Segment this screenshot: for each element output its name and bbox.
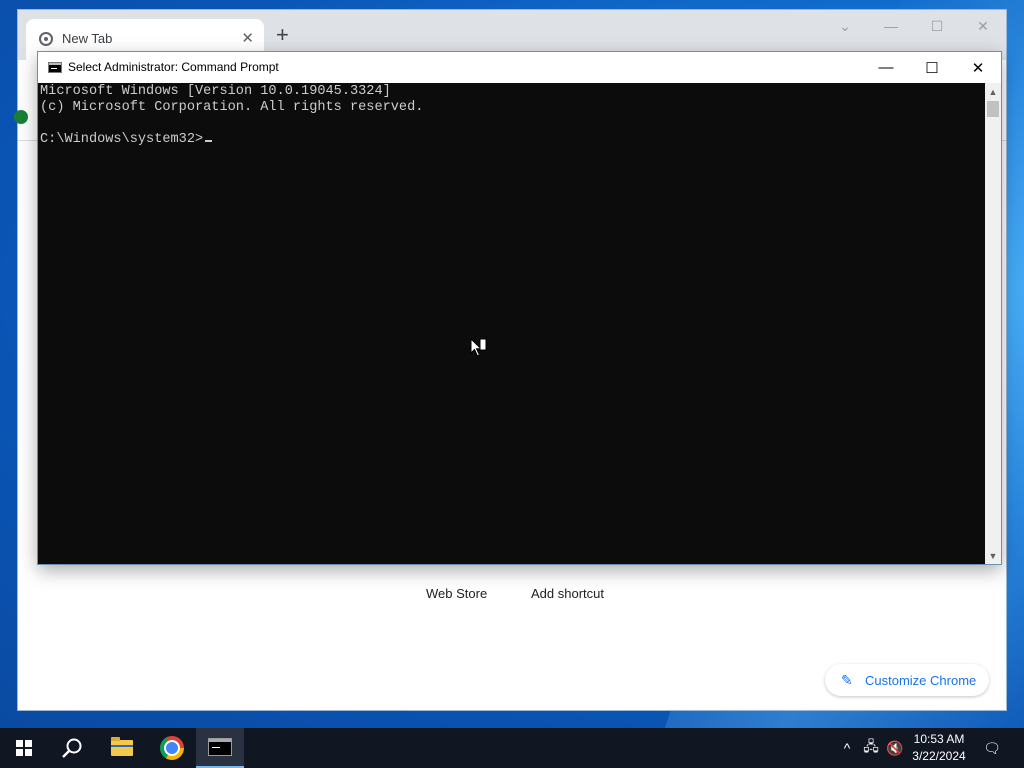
shortcut-add-shortcut[interactable]: Add shortcut xyxy=(531,586,604,601)
console-line-copyright: (c) Microsoft Corporation. All rights re… xyxy=(40,100,424,115)
tab-search-button[interactable]: ⌄ xyxy=(822,10,868,42)
customize-chrome-label: Customize Chrome xyxy=(865,672,977,688)
folder-icon xyxy=(111,737,133,756)
taskbar-file-explorer[interactable] xyxy=(98,728,146,768)
clock-time: 10:53 AM xyxy=(913,732,965,746)
chrome-minimize-button[interactable]: — xyxy=(868,10,914,42)
volume-muted-icon[interactable]: 🔇 xyxy=(884,728,906,768)
console-scrollbar[interactable]: ▲ ▼ xyxy=(985,83,1001,564)
customize-chrome-button[interactable]: ✎ Customize Chrome xyxy=(825,664,989,696)
console-prompt-line: C:\Windows\system32> xyxy=(40,132,213,148)
chrome-logo-icon xyxy=(160,736,184,760)
new-tab-button[interactable]: + xyxy=(276,24,289,46)
command-prompt-window[interactable]: Select Administrator: Command Prompt — ☐… xyxy=(38,52,1001,564)
chrome-window-controls: ⌄ — ☐ ✕ xyxy=(822,10,1006,42)
console-prompt: C:\Windows\system32> xyxy=(40,132,204,147)
cmd-title-bar[interactable]: Select Administrator: Command Prompt — ☐… xyxy=(38,52,1001,83)
shortcut-web-store[interactable]: Web Store xyxy=(426,586,487,601)
pencil-icon: ✎ xyxy=(841,672,853,688)
cmd-minimize-button[interactable]: — xyxy=(863,52,909,83)
notifications-icon[interactable]: 🗨 xyxy=(978,728,1006,768)
taskbar-command-prompt[interactable] xyxy=(196,728,244,768)
cmd-window-title: Select Administrator: Command Prompt xyxy=(68,60,279,74)
taskbar-chrome[interactable] xyxy=(148,728,196,768)
taskbar: ^ 🖧 🔇 10:53 AM 3/22/2024 🗨 xyxy=(0,728,1024,768)
chrome-favicon-icon xyxy=(39,32,53,46)
tab-title: New Tab xyxy=(62,31,113,46)
network-icon[interactable]: 🖧 xyxy=(860,728,882,768)
start-button[interactable] xyxy=(0,728,48,768)
extension-icon[interactable] xyxy=(14,110,28,124)
clock-date: 3/22/2024 xyxy=(912,749,966,763)
cmd-maximize-button[interactable]: ☐ xyxy=(909,52,955,83)
mouse-pointer-icon xyxy=(470,338,487,357)
scroll-down-button[interactable]: ▼ xyxy=(985,547,1001,564)
scroll-up-button[interactable]: ▲ xyxy=(985,83,1001,100)
search-button[interactable] xyxy=(48,728,96,768)
chrome-maximize-button[interactable]: ☐ xyxy=(914,10,960,42)
search-icon xyxy=(62,738,82,758)
text-cursor xyxy=(205,140,213,142)
scroll-thumb[interactable] xyxy=(987,101,999,117)
cmd-close-button[interactable]: ✕ xyxy=(955,52,1001,83)
console-area[interactable]: Microsoft Windows [Version 10.0.19045.33… xyxy=(38,83,985,564)
show-hidden-icons-button[interactable]: ^ xyxy=(837,728,857,768)
tab-close-icon[interactable]: ✕ xyxy=(241,29,254,47)
chrome-close-button[interactable]: ✕ xyxy=(960,10,1006,42)
cmd-window-controls: — ☐ ✕ xyxy=(863,52,1001,83)
console-line-version: Microsoft Windows [Version 10.0.19045.33… xyxy=(40,84,391,99)
system-clock[interactable]: 10:53 AM 3/22/2024 xyxy=(906,731,972,765)
cmd-app-icon[interactable] xyxy=(48,62,62,73)
terminal-icon xyxy=(208,738,232,756)
windows-logo-icon xyxy=(16,740,32,756)
